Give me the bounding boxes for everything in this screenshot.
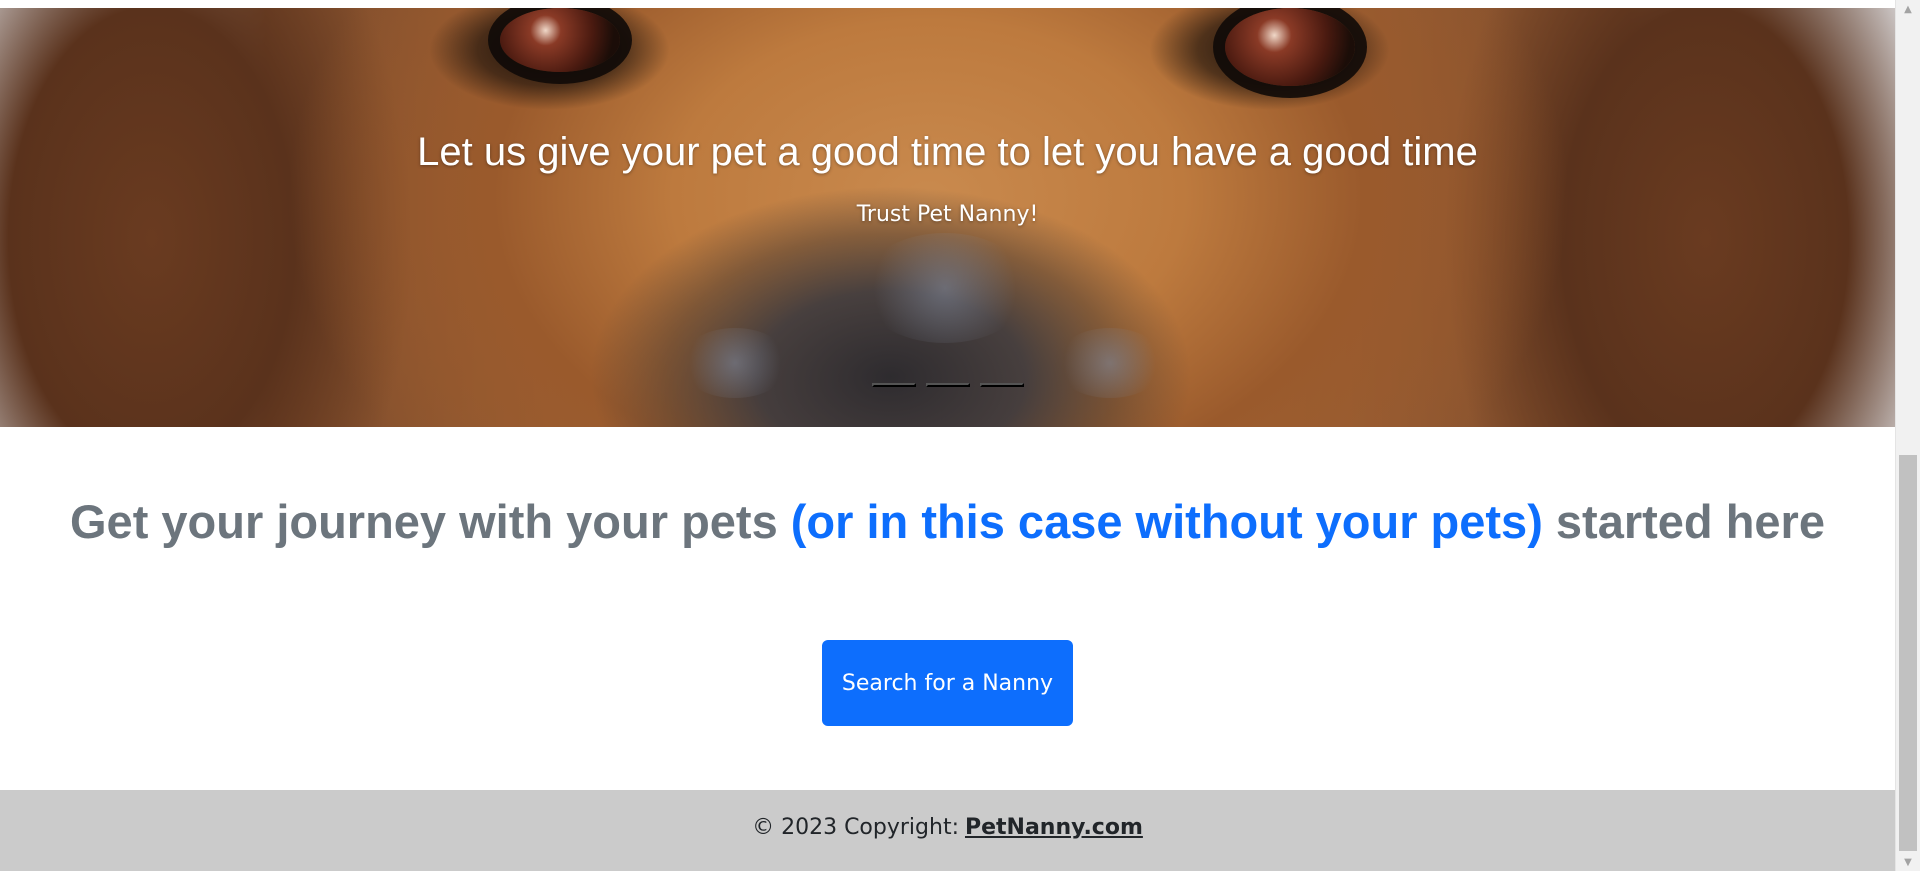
hero-subtitle: Trust Pet Nanny! xyxy=(856,202,1039,227)
search-nanny-button[interactable]: Search for a Nanny xyxy=(822,640,1073,726)
footer-copyright: © 2023 Copyright: xyxy=(752,815,959,840)
scroll-up-icon[interactable]: ▲ xyxy=(1896,0,1920,18)
hero-image-nostril-right xyxy=(1055,328,1165,398)
tagline-highlight: (or in this case without your pets) xyxy=(790,495,1543,548)
hero-carousel[interactable]: Let us give your pet a good time to let … xyxy=(0,8,1895,427)
journey-tagline: Get your journey with your pets (or in t… xyxy=(0,493,1895,551)
hero-image-left-eye xyxy=(500,8,620,72)
scrollbar-thumb[interactable] xyxy=(1899,455,1917,851)
footer-site-link[interactable]: PetNanny.com xyxy=(965,815,1143,840)
tagline-end: started here xyxy=(1542,495,1825,548)
hero-image-nostril-left xyxy=(680,328,790,398)
carousel-indicator-1[interactable] xyxy=(871,383,916,387)
scroll-down-icon[interactable]: ▼ xyxy=(1896,853,1920,871)
page: Let us give your pet a good time to let … xyxy=(0,0,1895,871)
hero-image-right-eye xyxy=(1225,8,1355,86)
carousel-indicator-2[interactable] xyxy=(925,383,970,387)
page-scrollbar[interactable]: ▲ ▼ xyxy=(1895,0,1920,871)
carousel-indicators xyxy=(0,383,1895,387)
tagline-start: Get your journey with your pets xyxy=(70,495,791,548)
carousel-indicator-3[interactable] xyxy=(979,383,1024,387)
top-strip xyxy=(0,0,1895,8)
cta-container: Search for a Nanny xyxy=(0,640,1895,726)
hero-image-nose-highlight xyxy=(860,233,1030,343)
hero-title: Let us give your pet a good time to let … xyxy=(417,130,1478,174)
footer: © 2023 Copyright: PetNanny.com xyxy=(0,790,1895,871)
